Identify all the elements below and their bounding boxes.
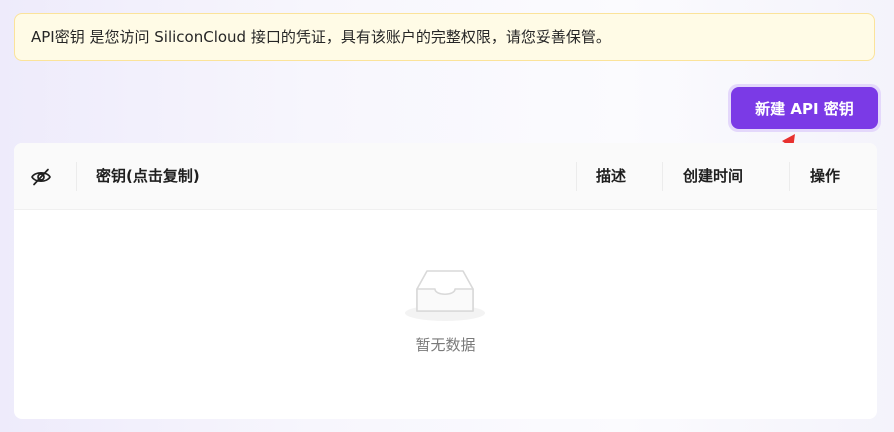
new-api-key-button-focus-ring: 新建 API 密钥 xyxy=(728,84,881,132)
column-separator xyxy=(76,162,77,191)
api-key-notice: API密钥 是您访问 SiliconCloud 接口的凭证，具有该账户的完整权限… xyxy=(14,13,875,61)
empty-state-text: 暂无数据 xyxy=(415,336,476,354)
column-separator xyxy=(662,162,663,191)
column-separator xyxy=(789,162,790,191)
api-keys-table: 密钥(点击复制) 描述 创建时间 操作 暂无数据 xyxy=(14,143,877,419)
empty-state: 暂无数据 xyxy=(14,210,877,419)
new-api-key-button[interactable]: 新建 API 密钥 xyxy=(731,87,878,129)
empty-inbox-icon xyxy=(405,270,485,321)
column-separator xyxy=(576,162,577,191)
column-header-key: 密钥(点击复制) xyxy=(96,167,200,185)
table-header: 密钥(点击复制) 描述 创建时间 操作 xyxy=(14,143,877,210)
column-header-actions: 操作 xyxy=(810,167,841,185)
api-key-notice-text: API密钥 是您访问 SiliconCloud 接口的凭证，具有该账户的完整权限… xyxy=(31,28,611,46)
column-header-description: 描述 xyxy=(596,167,627,185)
column-header-created-at: 创建时间 xyxy=(683,167,744,185)
eye-slash-icon[interactable] xyxy=(30,166,52,188)
